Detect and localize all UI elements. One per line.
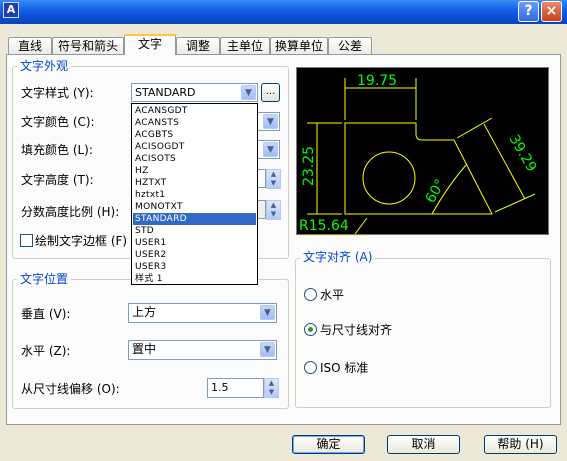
- align-with-line-radio[interactable]: [304, 323, 317, 336]
- chevron-down-icon[interactable]: ▼: [260, 305, 275, 320]
- dropdown-option[interactable]: USER3: [133, 261, 256, 273]
- chevron-down-icon[interactable]: ▼: [263, 142, 278, 157]
- text-alignment-title: 文字对齐 (A): [300, 250, 376, 264]
- vertical-value: 上方: [132, 305, 157, 319]
- vertical-label: 垂直 (V):: [21, 307, 71, 321]
- fill-color-label: 填充颜色 (L):: [21, 143, 93, 157]
- dropdown-option[interactable]: ACISOGDT: [133, 141, 256, 153]
- text-style-dropdown-list[interactable]: ACANSGDT ACANSTS ACGBTS ACISOGDT ACISOTS…: [131, 103, 258, 285]
- fraction-scale-spinner[interactable]: ▲ ▼: [266, 200, 281, 220]
- tab-fit[interactable]: 调整: [176, 37, 220, 54]
- preview-dim-top: 19.75: [357, 73, 397, 89]
- dropdown-option-selected[interactable]: STANDARD: [133, 213, 256, 225]
- preview-dim-angle: 60°: [423, 176, 449, 206]
- draw-frame-label: 绘制文字边框 (F): [35, 234, 128, 248]
- app-icon: A: [3, 2, 19, 18]
- preview-dim-left: 23.25: [301, 146, 317, 186]
- offset-label: 从尺寸线偏移 (O):: [21, 382, 120, 396]
- ok-button[interactable]: 确定: [292, 435, 365, 454]
- close-title-button[interactable]: ×: [541, 1, 562, 22]
- text-style-combo[interactable]: STANDARD ▼: [131, 83, 258, 102]
- radio-selected-dot: [308, 327, 313, 332]
- dropdown-option[interactable]: hztxt1: [133, 189, 256, 201]
- fraction-scale-label: 分数高度比例 (H):: [21, 205, 120, 219]
- text-style-browse-button[interactable]: ...: [261, 83, 280, 102]
- text-style-value: STANDARD: [135, 86, 196, 99]
- dropdown-option[interactable]: 样式 1: [133, 273, 256, 285]
- align-iso-label: ISO 标准: [320, 361, 369, 375]
- dropdown-option[interactable]: HZTXT: [133, 177, 256, 189]
- text-height-spinner[interactable]: ▲ ▼: [266, 169, 281, 189]
- offset-value: 1.5: [211, 381, 229, 394]
- help-button[interactable]: 帮助 (H): [484, 435, 557, 454]
- horizontal-label: 水平 (Z):: [21, 344, 71, 358]
- preview-dim-radius: R15.64: [299, 218, 349, 234]
- align-with-line-label: 与尺寸线对齐: [320, 323, 393, 337]
- chevron-down-icon[interactable]: ▼: [263, 114, 278, 129]
- align-horizontal-label: 水平: [320, 288, 345, 302]
- dropdown-option[interactable]: HZ: [133, 165, 256, 177]
- dropdown-option[interactable]: USER1: [133, 237, 256, 249]
- preview-dim-right: 39.29: [506, 132, 540, 175]
- help-title-button[interactable]: ?: [518, 1, 539, 22]
- preview-drawing: 19.75 23.25 39.29 60° R15.64: [299, 73, 540, 237]
- preview-part-outline: [344, 122, 493, 215]
- tab-lines[interactable]: 直线: [8, 37, 52, 54]
- text-appearance-title: 文字外观: [17, 59, 72, 73]
- chevron-down-icon[interactable]: ▼: [241, 85, 256, 100]
- tab-symbols-arrows[interactable]: 符号和箭头: [52, 37, 124, 54]
- dropdown-option[interactable]: ACANSTS: [133, 117, 256, 129]
- tab-tolerances[interactable]: 公差: [328, 37, 372, 54]
- dropdown-option[interactable]: ACANSGDT: [133, 105, 256, 117]
- tab-text[interactable]: 文字: [124, 34, 176, 55]
- offset-spinner[interactable]: ▲ ▼: [264, 378, 279, 398]
- chevron-down-icon[interactable]: ▼: [260, 342, 275, 357]
- align-iso-radio[interactable]: [304, 361, 317, 374]
- title-bar: [0, 0, 567, 24]
- dropdown-option[interactable]: MONOTXT: [133, 201, 256, 213]
- dropdown-option[interactable]: ACISOTS: [133, 153, 256, 165]
- dropdown-option[interactable]: USER2: [133, 249, 256, 261]
- text-height-label: 文字高度 (T):: [21, 173, 94, 187]
- align-horizontal-radio[interactable]: [304, 288, 317, 301]
- preview-circle: [362, 151, 416, 205]
- dropdown-option[interactable]: STD: [133, 225, 256, 237]
- cancel-button[interactable]: 取消: [387, 435, 460, 454]
- horizontal-value: 置中: [132, 342, 157, 356]
- draw-frame-checkbox[interactable]: [20, 234, 33, 247]
- offset-input[interactable]: 1.5: [207, 378, 264, 398]
- dimension-preview: 19.75 23.25 39.29 60° R15.64: [296, 67, 549, 237]
- tab-primary-units[interactable]: 主单位: [220, 37, 270, 54]
- vertical-combo[interactable]: 上方 ▼: [128, 303, 277, 323]
- text-style-label: 文字样式 (Y):: [21, 86, 94, 100]
- horizontal-combo[interactable]: 置中 ▼: [128, 340, 277, 360]
- text-position-title: 文字位置: [17, 272, 72, 286]
- text-color-label: 文字颜色 (C):: [21, 115, 95, 129]
- tab-alternate-units[interactable]: 换算单位: [270, 37, 328, 54]
- dropdown-option[interactable]: ACGBTS: [133, 129, 256, 141]
